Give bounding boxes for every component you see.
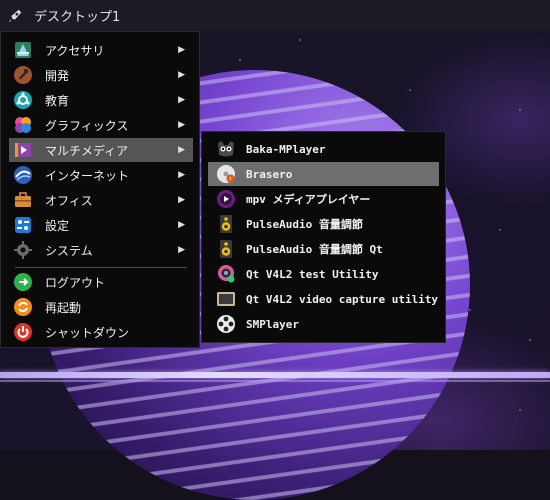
menu-item-label: 教育: [45, 93, 70, 108]
menu-item-label: アクセサリ: [45, 43, 105, 58]
submenu-item-label: mpv メディアプレイヤー: [246, 193, 371, 206]
graphics-icon: [15, 117, 31, 133]
submenu-item-label: SMPlayer: [246, 317, 299, 331]
accessories-icon: [15, 42, 31, 58]
menu-item-office[interactable]: オフィス ▶: [9, 188, 193, 212]
menu-item-graphics[interactable]: グラフィックス ▶: [9, 113, 193, 137]
menu-item-label: 再起動: [45, 300, 82, 315]
menu-item-development[interactable]: 開発 ▶: [9, 63, 193, 87]
start-menu-label: デスクトップ1: [34, 10, 121, 25]
settings-icon: [15, 217, 31, 233]
menu-item-logout[interactable]: ログアウト: [9, 270, 193, 294]
submenu-item-brasero[interactable]: Brasero: [208, 162, 439, 186]
submenu-arrow-icon: ▶: [178, 45, 185, 55]
smplayer-icon: [217, 315, 235, 333]
start-menu-button[interactable]: デスクトップ1: [0, 0, 126, 31]
multimedia-icon: [15, 143, 31, 157]
submenu-item-baka-mplayer[interactable]: Baka-MPlayer: [208, 137, 439, 161]
menu-item-accessories[interactable]: アクセサリ ▶: [9, 38, 193, 62]
menu-item-internet[interactable]: インターネット ▶: [9, 163, 193, 187]
submenu-item-mpv[interactable]: mpv メディアプレイヤー: [208, 187, 439, 211]
menu-item-label: シャットダウン: [45, 325, 130, 340]
submenu-arrow-icon: ▶: [178, 145, 185, 155]
mpv-icon: [217, 190, 235, 208]
submenu-arrow-icon: ▶: [178, 170, 185, 180]
wallpaper-ring-shadow: [0, 380, 550, 382]
education-icon: [14, 91, 32, 109]
internet-icon: [14, 166, 32, 184]
application-menu: アクセサリ ▶ 開発 ▶ 教育 ▶ グラフィックス ▶ マルチメディア ▶ イン…: [0, 31, 200, 348]
menu-item-label: システム: [45, 243, 93, 258]
development-icon: [14, 66, 32, 84]
rocket-icon: [8, 9, 22, 22]
speaker-icon: [220, 240, 232, 258]
submenu-item-label: PulseAudio 音量調節: [246, 218, 363, 231]
menu-item-reboot[interactable]: 再起動: [9, 295, 193, 319]
menu-item-settings[interactable]: 設定 ▶: [9, 213, 193, 237]
wallpaper-ring: [0, 372, 550, 378]
webcam-icon: [218, 265, 235, 283]
submenu-item-qt-v4l2-capture[interactable]: Qt V4L2 video capture utility: [208, 287, 439, 311]
menu-item-label: 設定: [45, 218, 70, 233]
menu-item-education[interactable]: 教育 ▶: [9, 88, 193, 112]
shutdown-icon: [14, 323, 32, 341]
submenu-item-pulseaudio[interactable]: PulseAudio 音量調節: [208, 212, 439, 236]
menu-item-label: インターネット: [45, 168, 130, 183]
submenu-arrow-icon: ▶: [178, 120, 185, 130]
baka-mplayer-icon: [218, 141, 234, 157]
submenu-item-label: Qt V4L2 test Utility: [246, 267, 379, 281]
submenu-item-label: Baka-MPlayer: [246, 142, 326, 156]
submenu-item-label: Brasero: [246, 167, 293, 181]
menu-item-shutdown[interactable]: シャットダウン: [9, 320, 193, 344]
menu-item-multimedia[interactable]: マルチメディア ▶: [9, 138, 193, 162]
brasero-icon: [217, 165, 235, 183]
submenu-arrow-icon: ▶: [178, 195, 185, 205]
menu-item-label: オフィス: [45, 193, 93, 208]
submenu-arrow-icon: ▶: [178, 70, 185, 80]
submenu-arrow-icon: ▶: [178, 95, 185, 105]
menu-item-label: グラフィックス: [45, 118, 129, 133]
top-panel: デスクトップ1: [0, 0, 550, 31]
submenu-arrow-icon: ▶: [178, 245, 185, 255]
menu-separator: [15, 267, 187, 268]
multimedia-submenu: Baka-MPlayer Brasero mpv メディアプレイヤー Pulse…: [201, 131, 446, 343]
menu-item-system[interactable]: システム ▶: [9, 238, 193, 262]
speaker-icon: [220, 215, 232, 233]
video-capture-icon: [217, 292, 235, 306]
office-icon: [15, 192, 31, 207]
submenu-item-label: PulseAudio 音量調節 Qt: [246, 243, 383, 256]
submenu-arrow-icon: ▶: [178, 220, 185, 230]
logout-icon: [14, 273, 32, 291]
reboot-icon: [14, 298, 32, 316]
system-icon: [14, 241, 32, 259]
submenu-item-label: Qt V4L2 video capture utility: [246, 292, 439, 306]
submenu-item-pulseaudio-qt[interactable]: PulseAudio 音量調節 Qt: [208, 237, 439, 261]
menu-item-label: マルチメディア: [45, 143, 129, 158]
submenu-item-smplayer[interactable]: SMPlayer: [208, 312, 439, 336]
menu-item-label: 開発: [45, 68, 70, 83]
submenu-item-qt-v4l2-test[interactable]: Qt V4L2 test Utility: [208, 262, 439, 286]
menu-item-label: ログアウト: [45, 275, 106, 290]
